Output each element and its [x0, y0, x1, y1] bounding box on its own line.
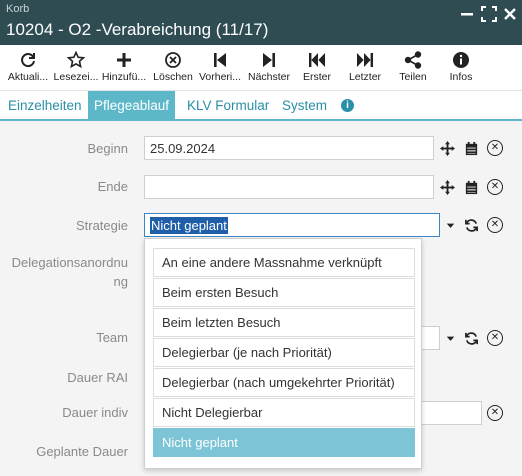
delete-label: Löschen: [153, 71, 193, 83]
first-button[interactable]: Erster: [293, 49, 341, 83]
maximize-icon[interactable]: [479, 4, 499, 24]
delegation-label-line1: Delegationsanordnu: [11, 255, 128, 270]
tab-bar: Einzelheiten Pflegeablauf KLV Formular S…: [0, 91, 522, 121]
dropdown-option[interactable]: An eine andere Massnahme verknüpft: [153, 248, 415, 277]
team-label: Team: [96, 330, 128, 345]
dropdown-option[interactable]: Delegierbar (je nach Priorität): [153, 338, 415, 367]
crosshair-icon[interactable]: [436, 136, 458, 160]
beginn-field[interactable]: 25.09.2024: [144, 136, 434, 160]
star-icon: [67, 51, 85, 69]
clear-beginn-icon[interactable]: ✕: [484, 136, 506, 160]
next-label: Nächster: [247, 71, 290, 83]
refresh-label: Aktuali...: [7, 71, 49, 83]
dropdown-option[interactable]: Nicht Delegierbar: [153, 398, 415, 427]
next-button[interactable]: Nächster: [245, 49, 293, 83]
bookmark-label: Lesezei...: [53, 71, 99, 83]
share-label: Teilen: [399, 71, 427, 83]
close-icon[interactable]: [500, 4, 520, 24]
share-icon: [404, 51, 422, 69]
reset-icon[interactable]: [460, 326, 482, 350]
info-button[interactable]: Infos: [437, 49, 485, 83]
beginn-label: Beginn: [87, 141, 128, 156]
clear-team-icon[interactable]: ✕: [484, 326, 506, 350]
toolbar: Aktuali... Lesezei... Hinzufü... Löschen…: [0, 45, 522, 91]
first-icon: [309, 53, 325, 67]
strategie-value: Nicht geplant: [150, 217, 228, 234]
refresh-button[interactable]: Aktuali...: [4, 49, 52, 83]
refresh-icon: [21, 53, 35, 68]
last-button[interactable]: Letzter: [341, 49, 389, 83]
calendar-icon[interactable]: [460, 175, 482, 199]
first-label: Erster: [302, 71, 331, 83]
share-button[interactable]: Teilen: [389, 49, 437, 83]
bookmark-button[interactable]: Lesezei...: [52, 49, 100, 83]
dropdown-option[interactable]: Delegierbar (nach umgekehrter Priorität): [153, 368, 415, 397]
delete-button[interactable]: Löschen: [149, 49, 197, 83]
dauer-indiv-field[interactable]: [420, 401, 482, 425]
minimize-icon[interactable]: [457, 4, 477, 24]
dropdown-option[interactable]: Beim letzten Besuch: [153, 308, 415, 337]
window-title: 10204 - O2 -Verabreichung (11/17): [6, 20, 269, 39]
crosshair-icon[interactable]: [436, 175, 458, 199]
plus-icon: [117, 53, 131, 67]
clear-dauer-indiv-icon[interactable]: ✕: [484, 401, 506, 425]
tab-info-icon[interactable]: i: [341, 99, 354, 112]
team-field[interactable]: [420, 326, 440, 350]
ende-field[interactable]: [144, 175, 434, 199]
geplante-dauer-label: Geplante Dauer: [36, 444, 128, 459]
last-icon: [357, 53, 373, 67]
previous-button[interactable]: Vorheri...: [196, 49, 244, 83]
reset-icon[interactable]: [460, 213, 482, 237]
dropdown-option-selected[interactable]: Nicht geplant: [153, 428, 415, 457]
clear-strategie-icon[interactable]: ✕: [484, 213, 506, 237]
info-label: Infos: [449, 71, 473, 83]
tab-system[interactable]: System: [282, 91, 327, 121]
calendar-icon[interactable]: [460, 136, 482, 160]
ende-label: Ende: [97, 179, 128, 194]
window-subtitle: Korb: [6, 3, 30, 15]
tab-pflegeablauf[interactable]: Pflegeablauf: [88, 91, 176, 121]
previous-icon: [214, 53, 226, 67]
dauer-rai-label: Dauer RAI: [67, 370, 128, 385]
info-icon: [453, 52, 469, 68]
next-icon: [263, 53, 275, 67]
dropdown-option[interactable]: Beim ersten Besuch: [153, 278, 415, 307]
last-label: Letzter: [348, 71, 382, 83]
add-button[interactable]: Hinzufü...: [100, 49, 148, 83]
strategie-dropdown: An eine andere Massnahme verknüpft Beim …: [144, 238, 422, 469]
delete-icon: [165, 52, 181, 68]
window-titlebar: Korb 10204 - O2 -Verabreichung (11/17): [0, 0, 522, 45]
chevron-down-icon[interactable]: [439, 326, 461, 350]
beginn-value: 25.09.2024: [150, 141, 216, 156]
tab-einzelheiten[interactable]: Einzelheiten: [8, 91, 82, 121]
add-label: Hinzufü...: [101, 71, 147, 83]
delegation-label-line2: ng: [113, 274, 128, 289]
strategie-select[interactable]: Nicht geplant: [144, 213, 440, 237]
strategie-label: Strategie: [75, 218, 128, 233]
dauer-indiv-label: Dauer indiv: [62, 405, 128, 420]
chevron-down-icon[interactable]: [439, 213, 461, 237]
tab-klv-formular[interactable]: KLV Formular: [187, 91, 269, 121]
clear-ende-icon[interactable]: ✕: [484, 175, 506, 199]
previous-label: Vorheri...: [198, 71, 242, 83]
